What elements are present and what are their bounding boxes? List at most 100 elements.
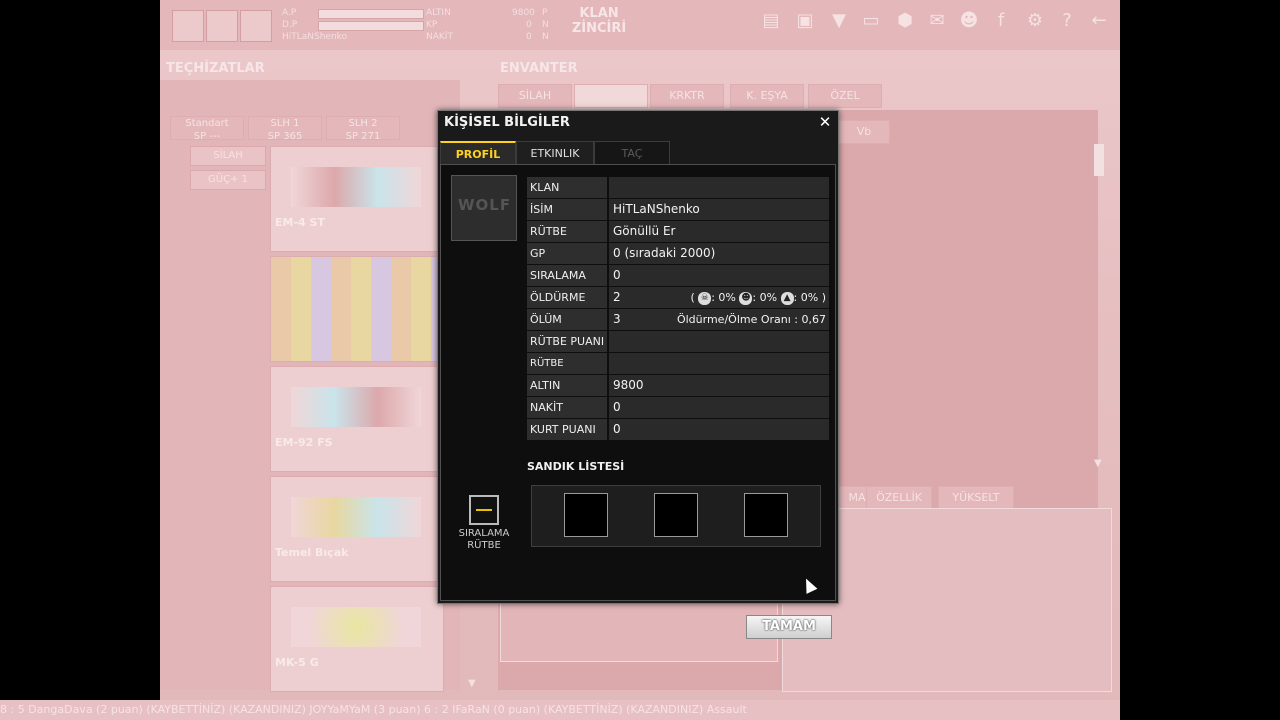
weapon-name: Temel Bıçak <box>275 546 349 559</box>
inventory-detail-panel <box>500 600 778 662</box>
weapon-filter-button[interactable]: SİLAH <box>190 146 266 166</box>
emblem-text: WOLF <box>458 196 512 214</box>
row-value <box>609 353 829 374</box>
row-value: Gönüllü Er <box>609 221 829 242</box>
row-label: ÖLÜM <box>527 309 607 330</box>
weapon-card[interactable]: Temel Bıçak <box>270 476 444 582</box>
chest-slot[interactable] <box>744 493 788 537</box>
weapon-card[interactable]: MK-5 G <box>270 586 444 692</box>
kill-breakdown: ( ☠: 0% ☻: 0% ▲: 0% ) <box>690 287 826 308</box>
stat-label-ap: A.P <box>282 8 297 18</box>
bottom-tab-upgrade[interactable]: YÜKSELT <box>938 486 1014 510</box>
chest-list <box>531 485 821 547</box>
loadout-tab-standard[interactable]: Standart SP --- <box>170 116 244 142</box>
tab-activity[interactable]: ETKINLIK <box>516 141 594 165</box>
rank-label: SIRALAMA RÜTBE <box>458 528 510 551</box>
row-value: 0 <box>609 419 829 440</box>
wolf-icon[interactable]: ▼ <box>828 10 850 32</box>
chest-list-title: SANDIK LİSTESİ <box>527 460 625 473</box>
facebook-icon[interactable]: f <box>990 10 1012 32</box>
back-icon[interactable]: ← <box>1088 10 1110 32</box>
slot-1[interactable] <box>172 10 204 42</box>
weapon-card[interactable] <box>270 256 444 362</box>
weapon-image <box>291 497 421 537</box>
row-value: 0 <box>609 265 829 286</box>
row-value <box>609 331 829 352</box>
slot-3[interactable] <box>240 10 272 42</box>
loadout-tab-slh2[interactable]: SLH 2 SP 271 <box>326 116 400 142</box>
ok-button[interactable]: TAMAM <box>746 615 832 639</box>
chest-slot[interactable] <box>654 493 698 537</box>
inventory-tab-weapon[interactable]: SİLAH <box>498 84 572 108</box>
weapon-name: MK-5 G <box>275 656 319 669</box>
info-row-rank-level: RÜTBE SEVİYESİ <box>527 353 829 390</box>
player-name: HiTLaNShenko <box>282 32 348 42</box>
inventory-tab-special[interactable]: ÖZEL <box>808 84 882 108</box>
power-filter-button[interactable]: GÜÇ+ 1 <box>190 170 266 190</box>
info-row-kills: ÖLDÜRME 2 ( ☠: 0% ☻: 0% ▲: 0% ) <box>527 287 829 308</box>
row-value: HiTLaNShenko <box>609 199 829 220</box>
inventory-tab-items[interactable]: K. EŞYA <box>730 84 804 108</box>
rank-icon <box>469 495 499 525</box>
weapon-image <box>291 607 421 647</box>
row-label: RÜTBE <box>527 221 607 242</box>
clan-emblem: WOLF <box>451 175 517 241</box>
tab-profile[interactable]: PROFİL <box>440 141 516 166</box>
info-row-name: İSİM HiTLaNShenko <box>527 199 829 220</box>
vb-tab[interactable]: Vb <box>838 120 890 144</box>
kill-breakdown-open: ( <box>690 291 695 304</box>
clan-chain-button[interactable]: KLAN ZİNCİRİ <box>568 6 630 42</box>
equipment-title: TEÇHİZATLAR <box>166 61 265 76</box>
kill-breakdown-close: ) <box>821 291 826 304</box>
info-row-rank-points: RÜTBE PUANI <box>527 331 829 352</box>
row-label: RÜTBE PUANI <box>527 331 607 352</box>
gold-suffix: P <box>542 8 548 18</box>
cash-label: NAKİT <box>426 32 453 42</box>
inventory-tab-selected[interactable] <box>574 84 648 108</box>
cash-suffix: N <box>542 32 549 42</box>
close-icon[interactable]: ✕ <box>816 112 834 132</box>
row-label: RÜTBE SEVİYESİ <box>527 353 607 390</box>
book-icon[interactable]: ▭ <box>860 10 882 32</box>
mail-icon[interactable]: ✉ <box>926 10 948 32</box>
personal-info-dialog: KİŞİSEL BİLGİLER ✕ PROFİL ETKINLIK TAÇ W… <box>437 110 839 639</box>
cart-icon[interactable]: ▤ <box>760 10 782 32</box>
kp-suffix: N <box>542 20 549 30</box>
kp-label: KP <box>426 20 438 30</box>
weapon-name: EM-92 FS <box>275 436 333 449</box>
top-bar: A.P D.P HiTLaNShenko ALTIN KP NAKİT 9800… <box>160 0 1120 50</box>
chest-slot[interactable] <box>564 493 608 537</box>
slot-2[interactable] <box>206 10 238 42</box>
bag-icon[interactable]: ▣ <box>794 10 816 32</box>
row-label: KLAN <box>527 177 607 198</box>
scroll-down-arrow[interactable]: ▼ <box>1094 458 1102 469</box>
weapon-card[interactable]: EM-4 ST <box>270 146 444 252</box>
scroll-down-arrow[interactable]: ▼ <box>468 678 476 689</box>
row-label: ALTIN <box>527 375 607 396</box>
stat-label-dp: D.P <box>282 20 298 30</box>
row-label: NAKİT <box>527 397 607 418</box>
face-percent: : 0% <box>752 291 778 304</box>
tab-crown: TAÇ <box>594 141 670 165</box>
info-row-gp: GP 0 (sıradaki 2000) <box>527 243 829 264</box>
match-ticker: 8 : 5 DangaDava (2 puan) (KAYBETTİNİZ) (… <box>0 700 1120 720</box>
dialog-title: KİŞİSEL BİLGİLER <box>444 115 570 130</box>
row-label: SIRALAMA <box>527 265 607 286</box>
row-value: 0 <box>609 397 829 418</box>
cube-icon[interactable]: ⬢ <box>894 10 916 32</box>
knife-icon: ▲ <box>780 291 794 305</box>
inventory-tab-character[interactable]: KRKTR <box>650 84 724 108</box>
scroll-thumb[interactable] <box>1094 144 1104 176</box>
settings-icon[interactable]: ⚙ <box>1024 10 1046 32</box>
cash-value: 0 <box>526 32 532 42</box>
row-label: GP <box>527 243 607 264</box>
loadout-tab-slh1[interactable]: SLH 1 SP 365 <box>248 116 322 142</box>
dp-bar <box>318 21 424 31</box>
bottom-tab-feature[interactable]: ÖZELLİK <box>866 486 932 510</box>
info-row-cash: NAKİT 0 <box>527 397 829 418</box>
weapon-card[interactable]: EM-92 FS <box>270 366 444 472</box>
profile-icon[interactable]: ☻ <box>958 10 980 32</box>
row-value <box>609 177 829 198</box>
help-icon[interactable]: ? <box>1056 10 1078 32</box>
kp-value: 0 <box>526 20 532 30</box>
